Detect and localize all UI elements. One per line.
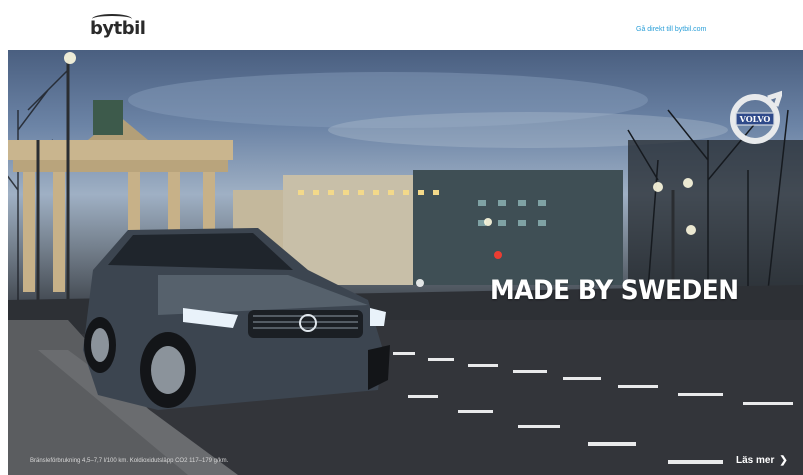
- read-more-button[interactable]: Läs mer ❯: [736, 455, 788, 466]
- logo-swoosh: [92, 14, 132, 24]
- badge-text: VOLVO: [739, 114, 771, 124]
- volvo-banner[interactable]: VOLVO MADE BY SWEDEN Bränsleförbrukning …: [8, 50, 803, 475]
- lamp-light: [686, 225, 696, 235]
- distant-headlight: [416, 279, 424, 287]
- headline: MADE BY SWEDEN: [490, 275, 739, 306]
- direct-link[interactable]: Gå direkt till bytbil.com: [636, 26, 706, 33]
- lamp-light: [484, 218, 492, 226]
- read-more-label: Läs mer: [736, 455, 775, 466]
- banner-scene: [8, 52, 803, 475]
- fuel-disclaimer: Bränsleförbrukning 4,5–7,7 l/100 km. Kol…: [30, 458, 229, 464]
- volvo-logo: VOLVO: [728, 90, 782, 144]
- chevron-right-icon: ❯: [779, 454, 788, 466]
- lamp-light: [683, 178, 693, 188]
- volvo-logo-icon: VOLVO: [730, 90, 782, 144]
- lamp-light: [64, 52, 76, 64]
- traffic-light: [494, 251, 502, 259]
- lamp-light: [653, 182, 663, 192]
- bytbil-logo[interactable]: bytbil: [90, 14, 146, 39]
- ad-frame: bytbil Gå direkt till bytbil.com VOLVO M…: [8, 10, 803, 475]
- ad-header: bytbil Gå direkt till bytbil.com: [8, 10, 803, 50]
